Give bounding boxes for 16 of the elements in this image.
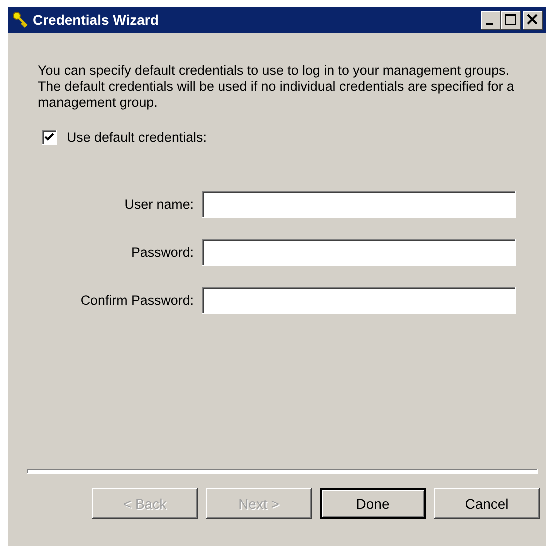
checkbox-label[interactable]: Use default credentials: — [67, 130, 207, 145]
text-field[interactable] — [202, 191, 516, 218]
maximize-icon[interactable] — [501, 10, 521, 30]
checkbox[interactable] — [42, 130, 57, 145]
wizard-button[interactable]: Cancel — [434, 488, 540, 519]
close-icon[interactable] — [523, 10, 543, 30]
intro-text: You can specify default credentials to use to log in to your management groups. The default credentials will be used if no individual credentials are specified for a management group. — [38, 63, 516, 111]
minimize-icon[interactable] — [481, 10, 501, 30]
field-label: Password: — [130, 245, 194, 260]
text-field[interactable] — [202, 287, 516, 314]
field-label: User name: — [124, 197, 194, 212]
text-field[interactable] — [202, 239, 516, 266]
window-title: Credentials Wizard — [33, 12, 160, 28]
wizard-button[interactable]: Done — [320, 488, 426, 519]
key-icon — [12, 11, 30, 29]
field-label: Confirm Password: — [80, 293, 194, 308]
